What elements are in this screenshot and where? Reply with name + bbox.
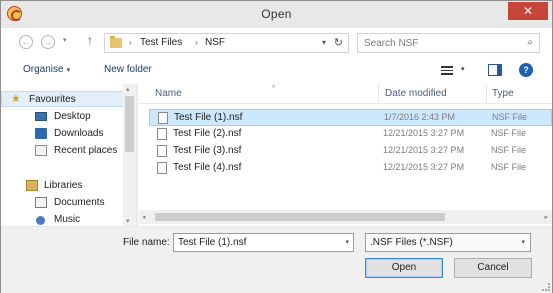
scroll-down-icon[interactable]: ▾: [126, 217, 130, 225]
file-name: Test File (1).nsf: [174, 112, 243, 123]
chevron-down-icon: ▾: [66, 67, 71, 74]
search-icon[interactable]: ⌕: [527, 37, 533, 48]
sidebar-item-music[interactable]: Music: [1, 212, 125, 228]
file-icon: [157, 162, 167, 174]
breadcrumb-separator[interactable]: ›: [129, 38, 132, 47]
file-date: 12/21/2015 3:27 PM: [383, 162, 465, 172]
file-date: 12/21/2015 3:27 PM: [383, 128, 465, 138]
organise-label: Organise: [23, 64, 64, 75]
sidebar-item-label: Libraries: [44, 180, 83, 191]
file-name: Test File (2).nsf: [173, 128, 242, 139]
resize-grip-icon[interactable]: [542, 283, 550, 291]
help-icon[interactable]: ?: [519, 63, 533, 77]
navigation-pane: ★ Favourites Desktop Downloads Recent pl…: [1, 84, 137, 226]
refresh-icon[interactable]: ↻: [334, 36, 343, 49]
libraries-icon: [26, 180, 38, 191]
change-view-icon[interactable]: [441, 66, 453, 75]
search-placeholder: Search NSF: [364, 38, 419, 49]
column-header-type[interactable]: Type: [492, 88, 514, 99]
documents-icon: [35, 197, 47, 208]
file-type: NSF File: [491, 128, 527, 138]
file-type: NSF File: [492, 112, 528, 122]
command-bar: Organise ▾ New folder ▾ ?: [1, 56, 552, 84]
file-name-value: Test File (1).nsf: [178, 237, 247, 248]
sidebar-item-desktop[interactable]: Desktop: [1, 109, 125, 125]
downloads-icon: [35, 128, 47, 139]
sort-indicator-icon: ^: [272, 85, 276, 92]
view-options-chevron-icon[interactable]: ▾: [461, 65, 465, 73]
file-date: 1/7/2016 2:43 PM: [384, 112, 456, 122]
scroll-left-icon[interactable]: ◂: [142, 213, 146, 221]
title-bar: Open ✕: [1, 1, 552, 27]
sidebar-item-libraries[interactable]: Libraries: [1, 178, 125, 194]
breadcrumb-test-files[interactable]: Test Files: [140, 37, 182, 48]
star-icon: ★: [11, 93, 21, 105]
file-icon: [157, 128, 167, 140]
scrollbar-thumb[interactable]: [155, 213, 445, 221]
column-header-name[interactable]: Name: [155, 88, 182, 99]
file-row[interactable]: Test File (3).nsf 12/21/2015 3:27 PM NSF…: [149, 143, 552, 160]
dialog-footer: File name: Test File (1).nsf ▾ .NSF File…: [1, 227, 552, 293]
sidebar-item-label: Favourites: [29, 94, 76, 105]
file-date: 12/21/2015 3:27 PM: [383, 145, 465, 155]
history-chevron-icon[interactable]: ▾: [63, 36, 67, 44]
file-icon: [157, 145, 167, 157]
sidebar-item-label: Recent places: [54, 145, 118, 156]
sidebar-item-label: Downloads: [54, 128, 104, 139]
file-list: Name ^ Date modified Type Test File (1).…: [138, 84, 552, 226]
column-divider[interactable]: [486, 84, 487, 104]
file-name: Test File (3).nsf: [173, 145, 242, 156]
breadcrumb-separator[interactable]: ›: [195, 38, 198, 47]
open-button[interactable]: Open: [365, 258, 443, 278]
sidebar-item-downloads[interactable]: Downloads: [1, 126, 125, 142]
new-folder-button[interactable]: New folder: [104, 64, 152, 75]
file-type: NSF File: [491, 162, 527, 172]
column-header-date[interactable]: Date modified: [385, 88, 447, 99]
file-name: Test File (4).nsf: [173, 162, 242, 173]
file-name-label: File name:: [123, 237, 170, 248]
sidebar-item-label: Documents: [54, 197, 105, 208]
sidebar-item-recent-places[interactable]: Recent places: [1, 143, 125, 159]
file-row[interactable]: Test File (2).nsf 12/21/2015 3:27 PM NSF…: [149, 126, 552, 143]
file-icon: [158, 112, 168, 124]
sidebar-item-favourites[interactable]: ★ Favourites: [1, 91, 125, 107]
cancel-button[interactable]: Cancel: [454, 258, 532, 278]
forward-button[interactable]: →: [41, 35, 55, 49]
recent-places-icon: [35, 145, 47, 156]
scroll-up-icon[interactable]: ▴: [126, 85, 130, 93]
chevron-down-icon: ▾: [521, 239, 525, 246]
back-button[interactable]: ←: [19, 35, 33, 49]
sidebar-item-label: Desktop: [54, 111, 91, 122]
file-type-value: .NSF Files (*.NSF): [370, 237, 453, 248]
up-folder-button[interactable]: ↑: [87, 33, 93, 47]
navigation-bar: ← → ▾ ↑ › Test Files › NSF ▾ ↻ Search NS…: [1, 28, 552, 56]
scroll-right-icon[interactable]: ▸: [544, 213, 548, 221]
dialog-title: Open: [261, 7, 292, 21]
column-divider[interactable]: [378, 84, 379, 104]
address-dropdown-icon[interactable]: ▾: [322, 38, 326, 47]
file-type-select[interactable]: .NSF Files (*.NSF) ▾: [365, 233, 531, 252]
file-row[interactable]: Test File (4).nsf 12/21/2015 3:27 PM NSF…: [149, 160, 552, 177]
sidebar-item-documents[interactable]: Documents: [1, 195, 125, 211]
folder-icon: [110, 36, 122, 48]
close-button[interactable]: ✕: [508, 2, 548, 20]
sidebar-scrollbar[interactable]: ▴ ▾: [123, 84, 136, 226]
open-dialog: Open ✕ ← → ▾ ↑ › Test Files › NSF ▾ ↻ Se…: [0, 0, 553, 293]
desktop-icon: [35, 112, 47, 121]
sidebar-item-label: Music: [54, 214, 81, 225]
horizontal-scrollbar[interactable]: ◂ ▸: [139, 210, 552, 224]
music-icon: [36, 216, 45, 225]
file-row[interactable]: Test File (1).nsf 1/7/2016 2:43 PM NSF F…: [149, 109, 552, 126]
organise-button[interactable]: Organise ▾: [23, 64, 70, 75]
preview-pane-icon[interactable]: [488, 64, 502, 76]
scrollbar-thumb[interactable]: [125, 96, 134, 152]
search-input[interactable]: Search NSF ⌕: [357, 33, 540, 53]
file-type: NSF File: [491, 145, 527, 155]
address-bar[interactable]: › Test Files › NSF ▾ ↻: [104, 33, 349, 53]
column-header-row: Name ^ Date modified Type: [138, 84, 552, 104]
file-name-field[interactable]: Test File (1).nsf ▾: [173, 233, 354, 252]
chevron-down-icon[interactable]: ▾: [345, 238, 349, 246]
breadcrumb-nsf[interactable]: NSF: [205, 37, 225, 48]
